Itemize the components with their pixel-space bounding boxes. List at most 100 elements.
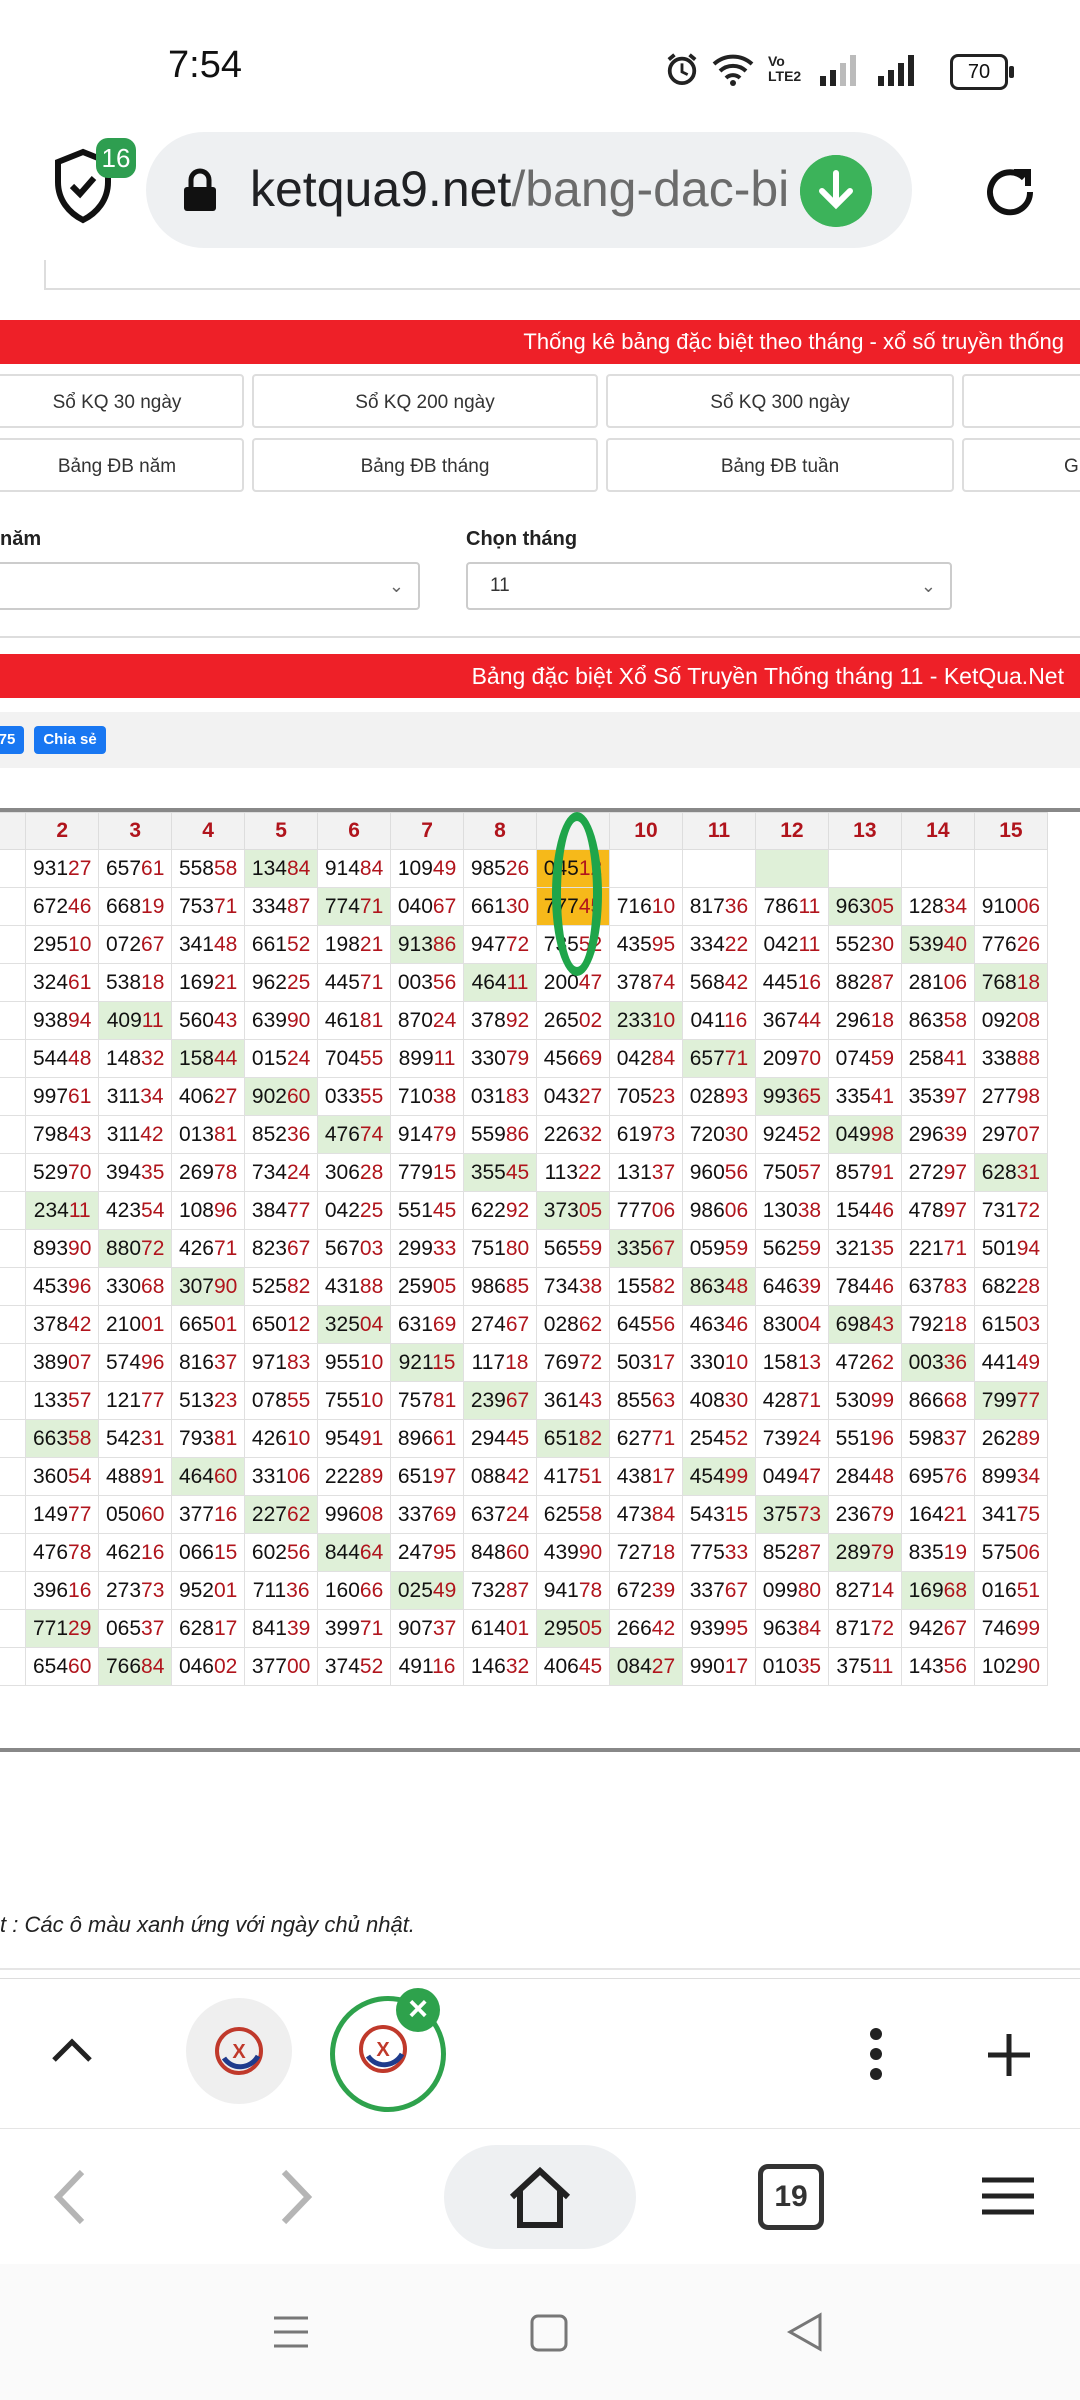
cell-prefix: 501 xyxy=(981,1236,1017,1260)
cell-prefix: 074 xyxy=(835,1046,871,1070)
cell-prefix: 341 xyxy=(981,1502,1017,1526)
cell-prefix: 739 xyxy=(762,1426,798,1450)
table-cell: 46411 xyxy=(463,963,537,1002)
menu-icon[interactable] xyxy=(980,2176,1036,2216)
cell-last-two: 61 xyxy=(68,1084,92,1108)
btn-bang-db-nam[interactable]: Bảng ĐB năm xyxy=(0,438,244,492)
svg-text:X: X xyxy=(376,2039,390,2061)
url-path: /bang-dac-bie xyxy=(511,161,790,217)
like-count[interactable]: 75 xyxy=(0,726,24,754)
btn-so-kq-200[interactable]: Sổ KQ 200 ngày xyxy=(252,374,598,428)
btn-so-kq-30[interactable]: Sổ KQ 30 ngày xyxy=(0,374,244,428)
cell-last-two: 95 xyxy=(432,1540,457,1564)
new-tab-icon[interactable] xyxy=(986,2032,1032,2078)
table-cell xyxy=(608,849,683,888)
cell-last-two: 17 xyxy=(651,1350,676,1374)
table-cell: 32504 xyxy=(317,1305,392,1344)
cell-prefix: 996 xyxy=(324,1502,360,1526)
cell-prefix: 672 xyxy=(616,1578,652,1602)
social-bar xyxy=(0,712,1080,768)
reload-icon[interactable] xyxy=(978,160,1042,224)
table-cell xyxy=(0,1191,27,1230)
month-select[interactable]: 11 ⌄ xyxy=(466,562,952,610)
cell-last-two: 56 xyxy=(651,1312,676,1336)
btn-gi[interactable]: Gi xyxy=(962,438,1080,492)
cell-last-two: 33 xyxy=(724,1540,749,1564)
table-cell: 76684 xyxy=(98,1647,173,1686)
table-cell: 29639 xyxy=(900,1115,975,1154)
cell-last-two: 68 xyxy=(943,1578,968,1602)
table-cell: 99017 xyxy=(681,1647,756,1686)
tab-switcher-bar xyxy=(0,1978,1080,2129)
cell-last-two: 67 xyxy=(141,932,165,956)
table-cell: 86348 xyxy=(681,1267,756,1306)
recents-icon[interactable] xyxy=(272,2314,310,2350)
cell-prefix: 049 xyxy=(835,1122,871,1146)
cell-last-two: 05 xyxy=(578,1198,603,1222)
home-button[interactable] xyxy=(444,2145,636,2249)
url-text[interactable]: ketqua9.net/bang-dac-bie xyxy=(250,160,790,220)
year-select[interactable]: ⌄ xyxy=(0,562,420,610)
btn-bang-db-tuan[interactable]: Bảng ĐB tuần xyxy=(606,438,954,492)
table-cell: 46216 xyxy=(98,1533,173,1572)
table-cell: 04116 xyxy=(681,1001,756,1040)
table-cell: 70455 xyxy=(317,1039,392,1078)
cell-prefix: 259 xyxy=(397,1274,433,1298)
cell-prefix: 552 xyxy=(835,932,871,956)
btn-bang-db-thang[interactable]: Bảng ĐB tháng xyxy=(252,438,598,492)
cell-prefix: 962 xyxy=(251,970,287,994)
table-cell xyxy=(900,849,975,888)
cell-prefix: 378 xyxy=(33,1312,69,1336)
table-cell: 08842 xyxy=(463,1457,537,1496)
share-button[interactable]: Chia sẻ xyxy=(34,726,106,754)
cell-prefix: 661 xyxy=(470,894,506,918)
cell-prefix: 049 xyxy=(762,1464,798,1488)
table-header-row: 2 3 4 5 6 7 8 10 11 12 13 14 15 xyxy=(0,812,1049,850)
cell-last-two: 55 xyxy=(286,1388,311,1412)
back-icon[interactable] xyxy=(52,2168,88,2226)
table-cell: 63724 xyxy=(463,1495,537,1534)
cell-prefix: 543 xyxy=(689,1502,725,1526)
cell-last-two: 60 xyxy=(286,1084,311,1108)
table-cell: 83519 xyxy=(900,1533,975,1572)
table-cell: 56703 xyxy=(317,1229,392,1268)
table-row: 93127 65761 55858 13484 91484 10949 98526 04512 xyxy=(0,849,1049,888)
table-row: 66358 54231 79381 42610 95491 89661 29445 65182… xyxy=(0,1419,1049,1458)
table-cell: 77706 xyxy=(608,1191,683,1230)
cell-prefix: 665 xyxy=(178,1312,214,1336)
cell-last-two: 47 xyxy=(797,1464,822,1488)
cell-last-two: 56 xyxy=(432,970,457,994)
table-cell: 55986 xyxy=(463,1115,537,1154)
download-icon[interactable] xyxy=(800,155,872,227)
cell-prefix: 473 xyxy=(616,1502,652,1526)
back-triangle-icon[interactable] xyxy=(786,2312,824,2352)
more-vert-icon[interactable] xyxy=(866,2026,886,2082)
cell-last-two: 79 xyxy=(870,1540,895,1564)
table-cell: 93127 xyxy=(25,849,100,888)
table-row: 47678 46216 06615 60256 84464 24795 84860 43990… xyxy=(0,1533,1049,1572)
cell-prefix: 848 xyxy=(470,1540,506,1564)
table-cell: 62831 xyxy=(973,1153,1049,1192)
cell-last-two: 55 xyxy=(359,1046,384,1070)
btn-so-kq-300[interactable]: Sổ KQ 300 ngày xyxy=(606,374,954,428)
cell-prefix: 423 xyxy=(105,1198,142,1222)
cell-last-two: 65 xyxy=(797,1084,822,1108)
table-cell: 56259 xyxy=(754,1229,829,1268)
cell-prefix: 438 xyxy=(616,1464,652,1488)
cell-last-two: 41 xyxy=(870,1084,895,1108)
cell-last-two: 60 xyxy=(505,1540,530,1564)
chevron-up-icon[interactable] xyxy=(48,2034,96,2066)
table-header-cell: 15 xyxy=(973,812,1049,850)
tab-thumb-1[interactable]: X xyxy=(186,1998,292,2104)
forward-icon[interactable] xyxy=(278,2168,314,2226)
cell-last-two: 48 xyxy=(870,1464,895,1488)
close-tab-icon[interactable]: × xyxy=(396,1988,440,2032)
cell-prefix: 751 xyxy=(470,1236,506,1260)
tab-count-button[interactable]: 19 xyxy=(758,2164,824,2230)
btn-next-row1[interactable] xyxy=(962,374,1080,428)
table-row: 29510 07267 34148 66152 19821 91386 94772 73552… xyxy=(0,925,1049,964)
cell-last-two: 06 xyxy=(943,970,968,994)
cell-prefix: 602 xyxy=(251,1540,287,1564)
signal-icon-2 xyxy=(878,55,914,86)
home-square-icon[interactable] xyxy=(530,2314,568,2352)
